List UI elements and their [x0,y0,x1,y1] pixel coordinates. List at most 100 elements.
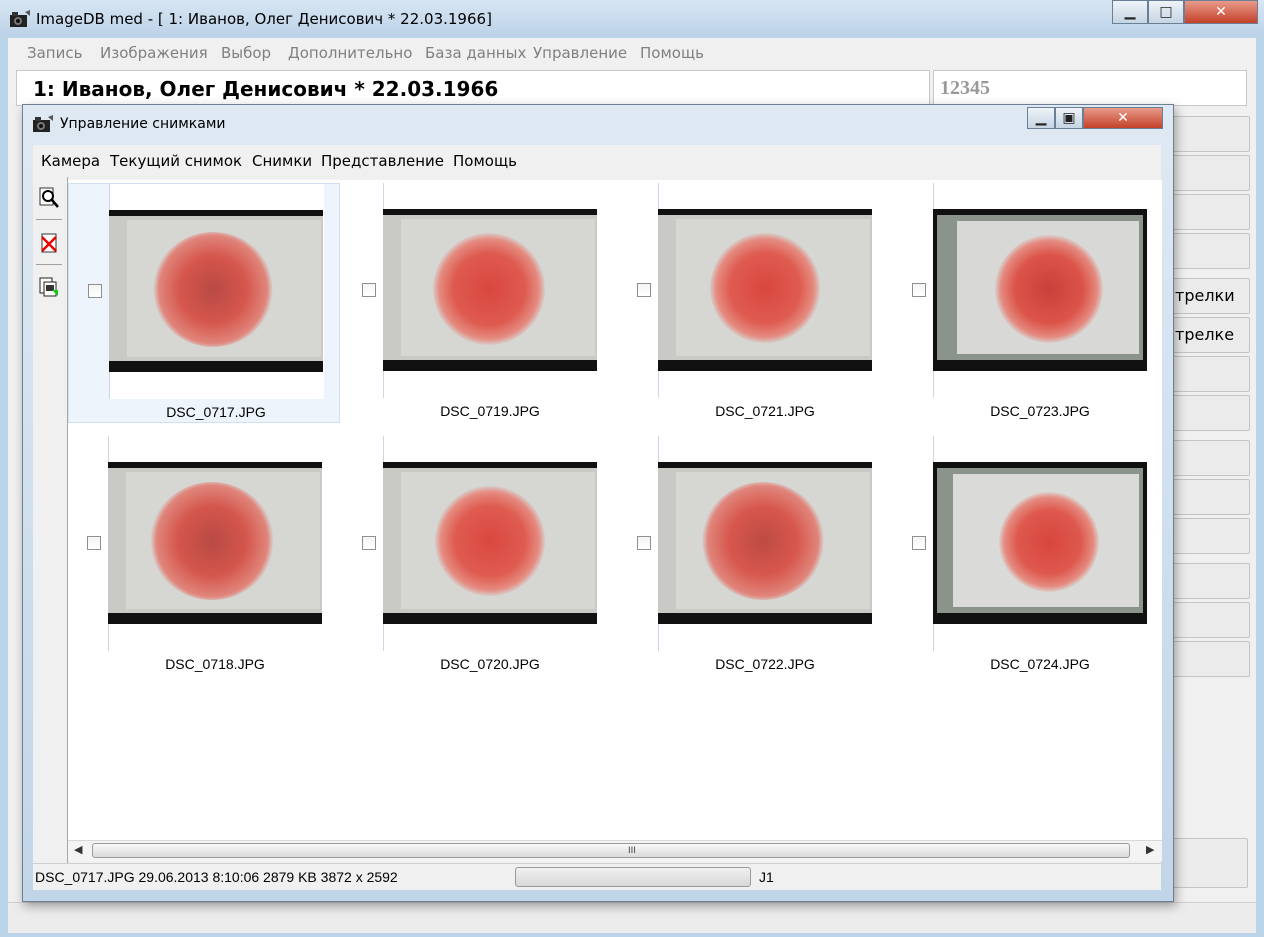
thumbnail-checkbox[interactable] [912,536,926,550]
thumbnail-checkbox[interactable] [362,536,376,550]
thumbnail-item[interactable]: DSC_0717.JPG [68,183,340,423]
status-j1: J1 [759,869,774,885]
thumbnail-item[interactable]: DSC_0723.JPG [893,183,1162,423]
menu-vybor[interactable]: Выбор [221,44,271,62]
menu-pomoshch[interactable]: Помощь [640,44,704,62]
menu-predstavlenie[interactable]: Представление [321,152,444,170]
export-image-icon[interactable] [36,272,62,302]
minimize-icon: ▁ [1035,110,1047,126]
bg-button-arrows[interactable]: трелки [1170,278,1250,314]
thumbnail-image[interactable] [658,462,872,624]
scroll-right-icon[interactable]: ▶ [1146,843,1154,856]
maximize-icon: ▣ [1062,110,1076,126]
thumbnail-image[interactable] [109,210,323,372]
patient-id-field: 12345 [933,70,1247,106]
bg-button[interactable] [1170,518,1250,554]
main-window-title: ImageDB med - [ 1: Иванов, Олег Денисови… [36,10,492,28]
bg-button-large[interactable] [1168,838,1248,888]
thumbnail-checkbox[interactable] [87,536,101,550]
thumbnail-label: DSC_0720.JPG [440,656,540,672]
thumbnail-label: DSC_0717.JPG [166,404,266,420]
dialog-status-bar: DSC_0717.JPG 29.06.2013 8:10:06 2879 KB … [33,863,1161,890]
toolbar-separator [36,264,62,265]
bg-button[interactable] [1170,602,1250,638]
thumbnail-image[interactable] [383,462,597,624]
dialog-maximize-button[interactable]: ▣ [1055,107,1083,129]
zoom-icon[interactable] [36,183,62,213]
bg-button[interactable] [1170,116,1250,152]
bg-button[interactable] [1170,395,1250,431]
menu-upravlenie[interactable]: Управление [533,44,627,62]
thumbnail-item[interactable]: DSC_0721.JPG [618,183,890,423]
dialog-menu-bar: Камера Текущий снимок Снимки Представлен… [33,145,1161,177]
bg-button[interactable] [1170,233,1250,269]
thumbnail-image[interactable] [383,209,597,371]
bg-button-label: трелки [1175,286,1235,305]
thumbnail-label: DSC_0718.JPG [165,656,265,672]
menu-zapis[interactable]: Запись [27,44,82,62]
menu-baza-dannyh[interactable]: База данных [425,44,526,62]
thumbnail-checkbox[interactable] [88,284,102,298]
dialog-title-bar[interactable]: Управление снимками ▁ ▣ ✕ [23,105,1173,143]
thumbnail-label: DSC_0719.JPG [440,403,540,419]
thumbnail-image[interactable] [108,462,322,624]
bg-button[interactable] [1170,155,1250,191]
bg-button[interactable] [1170,479,1250,515]
scrollbar-thumb[interactable]: III [92,843,1130,858]
patient-header-field: 1: Иванов, Олег Денисович * 22.03.1966 [16,70,930,106]
main-close-button[interactable]: ✕ [1184,0,1258,24]
thumbnail-label: DSC_0723.JPG [990,403,1090,419]
vertical-toolbar [33,177,68,867]
thumbnail-checkbox[interactable] [362,283,376,297]
menu-dopolnitelno[interactable]: Дополнительно [288,44,412,62]
main-menu-bar: Запись Изображения Выбор Дополнительно Б… [8,38,1256,66]
thumbnail-item[interactable]: DSC_0722.JPG [618,436,890,676]
menu-pomoshch-dialog[interactable]: Помощь [453,152,517,170]
delete-image-icon[interactable] [36,228,62,258]
main-maximize-button[interactable]: □ [1148,0,1184,24]
menu-tekushchiy-snimok[interactable]: Текущий снимок [110,152,242,170]
bg-button-arrow[interactable]: трелке [1170,317,1250,353]
horizontal-scrollbar[interactable]: ◀ III ▶ [68,840,1162,861]
patient-id-text: 12345 [940,77,990,99]
thumbnail-item[interactable]: DSC_0720.JPG [343,436,615,676]
thumbnail-image[interactable] [933,209,1147,371]
thumbnail-checkbox[interactable] [637,536,651,550]
patient-header-text: 1: Иванов, Олег Денисович * 22.03.1966 [33,77,499,101]
scrollbar-grip: III [628,846,636,856]
thumbnail-image[interactable] [933,462,1147,624]
dialog-minimize-button[interactable]: ▁ [1027,107,1055,129]
thumbnail-grid: DSC_0717.JPG DSC_0719.JPG DSC_0721.JPG D… [68,180,1162,840]
maximize-icon: □ [1159,4,1173,20]
status-progress-bar [515,867,751,887]
thumbnail-checkbox[interactable] [912,283,926,297]
main-status-bar [8,902,1256,933]
status-file-info: DSC_0717.JPG 29.06.2013 8:10:06 2879 KB … [35,869,398,885]
thumbnail-item[interactable]: DSC_0724.JPG [893,436,1162,676]
bg-button-label: трелке [1175,325,1235,344]
thumbnail-checkbox[interactable] [637,283,651,297]
bg-button[interactable] [1170,194,1250,230]
menu-kamera[interactable]: Камера [41,152,100,170]
menu-izobrazheniya[interactable]: Изображения [100,44,208,62]
minimize-icon: ▁ [1124,4,1136,20]
thumbnail-item[interactable]: DSC_0718.JPG [68,436,340,676]
thumbnail-label: DSC_0721.JPG [715,403,815,419]
bg-button[interactable] [1170,440,1250,476]
bg-button[interactable] [1170,641,1250,677]
thumbnail-item[interactable]: DSC_0719.JPG [343,183,615,423]
bg-button[interactable] [1170,563,1250,599]
main-minimize-button[interactable]: ▁ [1112,0,1148,24]
scroll-left-icon[interactable]: ◀ [74,843,82,856]
thumbnail-label: DSC_0724.JPG [990,656,1090,672]
thumbnail-image[interactable] [658,209,872,371]
main-title-bar[interactable]: ImageDB med - [ 1: Иванов, Олег Денисови… [0,0,1264,36]
image-management-dialog: Управление снимками ▁ ▣ ✕ Камера Текущий… [22,104,1174,902]
dialog-close-button[interactable]: ✕ [1083,107,1163,129]
toolbar-separator [36,219,62,220]
close-icon: ✕ [1215,4,1227,20]
dialog-body: DSC_0717.JPG DSC_0719.JPG DSC_0721.JPG D… [33,177,1162,890]
close-icon: ✕ [1117,110,1129,126]
menu-snimki[interactable]: Снимки [252,152,312,170]
bg-button[interactable] [1170,356,1250,392]
